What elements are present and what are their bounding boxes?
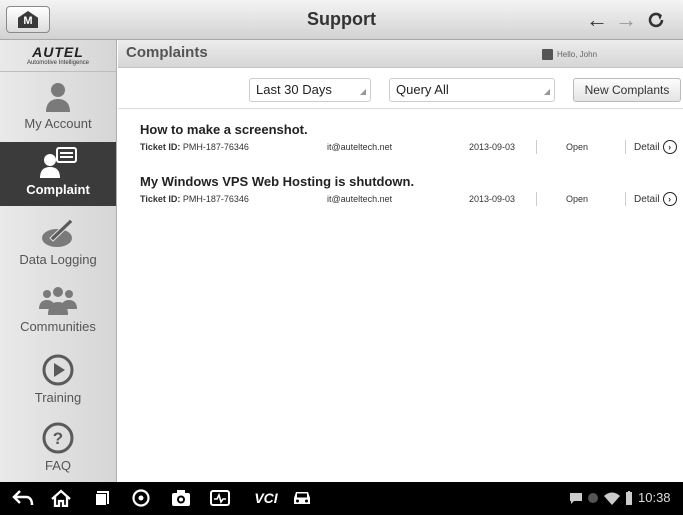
vci-label: VCI — [254, 490, 278, 506]
home-icon: M — [18, 11, 38, 28]
back-arrow-icon — [12, 490, 34, 506]
filter-bar: Last 30 Days ◢ Query All ◢ New Complants — [118, 68, 683, 109]
sidebar-item-label: FAQ — [44, 458, 71, 473]
camera-icon — [172, 490, 190, 506]
refresh-button[interactable] — [641, 6, 671, 34]
car-icon — [294, 492, 310, 504]
sidebar-item-communities[interactable]: Communities — [0, 279, 116, 343]
ticket-id: Ticket ID: PMH-187-76346 — [140, 142, 249, 152]
ticket-date: 2013-09-03 — [469, 142, 516, 152]
system-status-bar: VCI 10:38 — [0, 482, 683, 515]
ticket-status: Open — [566, 142, 589, 152]
content-header: Complaints Hello, John — [118, 40, 683, 68]
avatar — [542, 49, 553, 60]
user-greeting: Hello, John — [542, 49, 597, 60]
sidebar: AUTEL Automotive Intelligence My Account… — [0, 40, 117, 482]
logo-tagline: Automotive Intelligence — [26, 60, 90, 66]
camera-button[interactable] — [170, 487, 192, 509]
list-item[interactable]: My Windows VPS Web Hosting is shutdown. … — [118, 164, 683, 216]
complaint-icon — [40, 147, 77, 178]
divider — [536, 140, 537, 154]
divider — [625, 140, 626, 154]
ticket-email: it@auteltech.net — [327, 194, 393, 204]
wifi-icon — [604, 492, 620, 505]
ticket-id: Ticket ID: PMH-187-76346 — [140, 194, 249, 204]
top-bar: M Support ← → — [0, 0, 683, 40]
wifi-status — [603, 487, 621, 509]
data-logging-icon — [42, 218, 74, 247]
sidebar-item-complaint[interactable]: Complaint — [0, 142, 116, 206]
browser-button[interactable] — [130, 487, 152, 509]
sidebar-item-faq[interactable]: ? FAQ — [0, 418, 116, 482]
arrow-right-icon: → — [615, 7, 637, 32]
back-nav-button[interactable] — [10, 487, 36, 509]
clock: 10:38 — [638, 490, 671, 505]
sidebar-item-label: My Account — [24, 116, 92, 131]
divider — [625, 192, 626, 206]
period-select[interactable]: Last 30 Days ◢ — [249, 78, 371, 102]
query-value: Query All — [396, 82, 449, 97]
sidebar-item-label: Data Logging — [19, 252, 97, 267]
home-nav-icon — [51, 489, 71, 507]
ticket-date: 2013-09-03 — [469, 194, 516, 204]
ticket-id-value: PMH-187-76346 — [182, 194, 249, 204]
detail-label: Detail — [634, 141, 660, 153]
home-nav-button[interactable] — [48, 487, 74, 509]
sync-icon — [588, 493, 598, 503]
ticket-id-value: PMH-187-76346 — [182, 142, 249, 152]
autel-logo: AUTEL Automotive Intelligence — [0, 40, 116, 72]
dropdown-caret-icon: ◢ — [359, 87, 366, 96]
battery-icon — [626, 491, 632, 505]
arrow-left-icon: ← — [586, 7, 608, 32]
sidebar-item-training[interactable]: Training — [0, 350, 116, 414]
ticket-status: Open — [566, 194, 589, 204]
recent-apps-button[interactable] — [91, 487, 113, 509]
refresh-icon — [648, 12, 664, 28]
browser-icon — [132, 489, 150, 507]
sidebar-item-label: Complaint — [26, 182, 90, 197]
page-title: Support — [307, 9, 376, 29]
ticket-title: How to make a screenshot. — [140, 122, 308, 137]
play-icon — [42, 354, 74, 386]
sidebar-item-my-account[interactable]: My Account — [0, 76, 116, 140]
ticket-id-label: Ticket ID: — [140, 194, 181, 204]
battery-status — [624, 487, 634, 509]
ticket-email: it@auteltech.net — [327, 142, 393, 152]
new-complaint-button[interactable]: New Complants — [573, 78, 681, 102]
forward-button[interactable]: → — [611, 6, 641, 34]
dropdown-caret-icon: ◢ — [543, 87, 550, 96]
chat-icon — [570, 493, 582, 504]
communities-icon — [39, 287, 77, 315]
svg-text:?: ? — [53, 429, 63, 448]
recent-apps-icon — [95, 491, 109, 506]
home-button[interactable]: M — [6, 6, 50, 33]
ticket-id-label: Ticket ID: — [140, 142, 181, 152]
scope-button[interactable] — [208, 487, 232, 509]
detail-label: Detail — [634, 193, 660, 205]
chevron-right-icon: › — [662, 192, 677, 206]
chat-notification — [568, 487, 584, 509]
back-button[interactable]: ← — [582, 6, 612, 34]
logo-brand: AUTEL — [32, 44, 84, 60]
sidebar-item-label: Communities — [20, 319, 96, 334]
scope-icon — [210, 490, 230, 506]
sidebar-item-data-logging[interactable]: Data Logging — [0, 212, 116, 276]
list-item[interactable]: How to make a screenshot. Ticket ID: PMH… — [118, 112, 683, 164]
vci-button[interactable]: VCI — [251, 487, 281, 509]
section-title: Complaints — [126, 44, 208, 61]
sync-notification — [586, 487, 600, 509]
vehicle-button[interactable] — [290, 487, 314, 509]
detail-button[interactable]: Detail › — [634, 192, 677, 206]
period-value: Last 30 Days — [256, 82, 332, 97]
question-icon: ? — [42, 422, 74, 454]
detail-button[interactable]: Detail › — [634, 140, 677, 154]
ticket-title: My Windows VPS Web Hosting is shutdown. — [140, 174, 415, 189]
chevron-right-icon: › — [662, 140, 677, 154]
greeting-text: Hello, John — [557, 50, 598, 59]
person-icon — [46, 83, 70, 112]
query-select[interactable]: Query All ◢ — [389, 78, 555, 102]
sidebar-item-label: Training — [34, 390, 82, 405]
divider — [536, 192, 537, 206]
